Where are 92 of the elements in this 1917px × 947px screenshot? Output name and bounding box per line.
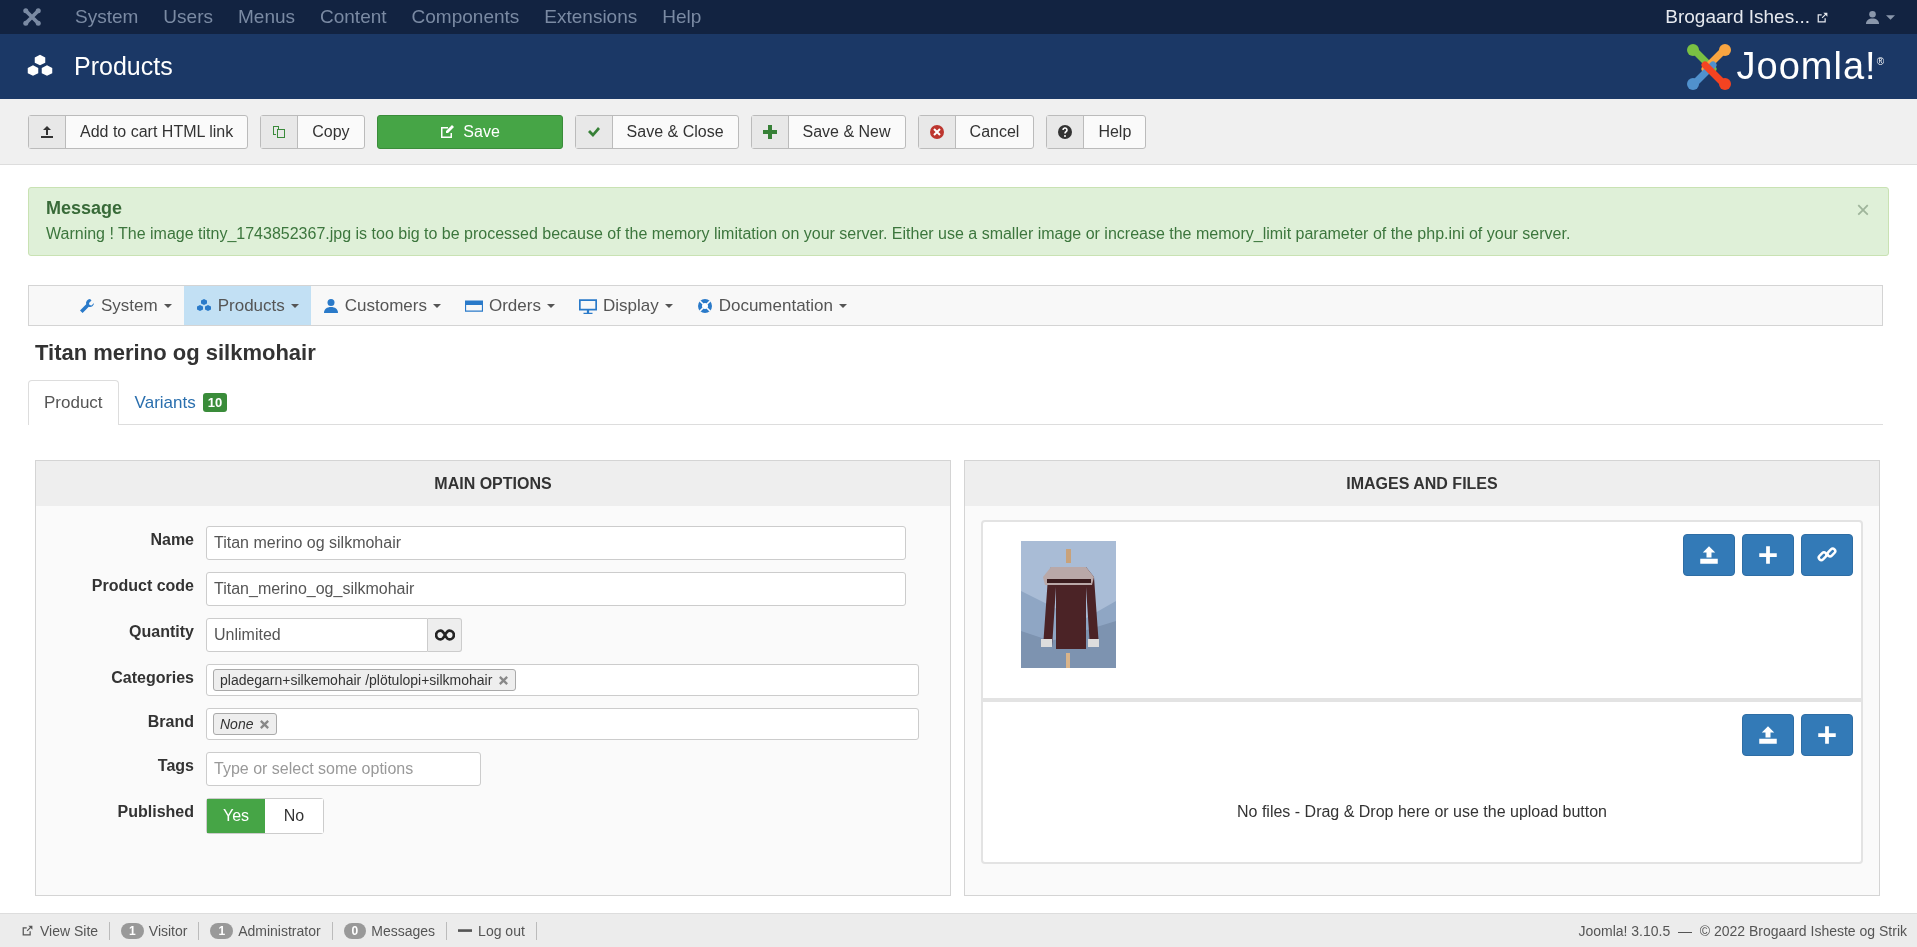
joomla-logo-icon: [1684, 42, 1733, 91]
count-badge: 1: [121, 922, 144, 939]
user-icon: [322, 297, 339, 314]
plus-icon: [1758, 545, 1778, 565]
field-label: Tags: [156, 756, 194, 775]
tags-field[interactable]: Type or select some options: [206, 752, 481, 786]
cubes-icon: [195, 297, 212, 314]
top-menu-item[interactable]: System: [75, 6, 139, 28]
top-menu-item[interactable]: Help: [662, 6, 702, 28]
toggle-option[interactable]: No: [265, 799, 323, 833]
count-badge: 0: [343, 922, 367, 939]
field-label: Name: [149, 530, 194, 549]
tag-chip[interactable]: None: [213, 713, 278, 735]
plus-button[interactable]: [1742, 534, 1794, 576]
menu-item[interactable]: Orders: [452, 286, 567, 325]
external-link-icon: [21, 924, 34, 937]
toolbar-button[interactable]: Cancel: [917, 114, 1035, 149]
upload-button[interactable]: [1742, 714, 1794, 756]
link-button[interactable]: [1801, 534, 1853, 576]
upload-button[interactable]: [1683, 534, 1735, 576]
edit-icon: [439, 123, 456, 140]
status-label[interactable]: Visitor: [148, 922, 188, 939]
panel-header: IMAGES AND FILES: [965, 461, 1879, 506]
count-badge: 10: [202, 393, 228, 412]
menu-item[interactable]: Display: [566, 286, 685, 325]
toolbar-button[interactable]: Save & Close: [574, 114, 739, 149]
status-label[interactable]: Messages: [371, 922, 436, 939]
product-title: Titan merino og silkmohair: [35, 340, 317, 366]
status-label[interactable]: Administrator: [238, 922, 321, 939]
lifebuoy-icon: [696, 297, 713, 314]
tag-chip[interactable]: pladegarn+silkemohair /plötulopi+silkmohair: [213, 669, 517, 691]
help-icon: [1057, 123, 1074, 140]
tab[interactable]: Variants 10: [118, 380, 244, 424]
caret-icon: [432, 301, 441, 310]
empty-files-text: No files - Drag & Drop here or use the upload button: [1236, 803, 1608, 821]
panel-header: MAIN OPTIONS: [36, 461, 950, 506]
field-label: Published: [116, 802, 194, 821]
text-field[interactable]: Titan merino og silkmohair: [206, 526, 906, 560]
menu-item[interactable]: Products: [183, 286, 311, 325]
toolbar-button[interactable]: Save & New: [750, 114, 906, 149]
quantity-field[interactable]: Unlimited: [206, 618, 428, 652]
message-text: Warning ! The image titny_1743852367.jpg is too big to be processed because of the memory limitation on your server. Either use a smaller image or increase the memory_limit parameter of the php.ini of your server.: [46, 225, 1572, 243]
plus-icon: [1817, 725, 1837, 745]
cancel-icon: [928, 123, 945, 140]
upload-icon: [1758, 725, 1778, 745]
toolbar-button[interactable]: Help: [1046, 114, 1147, 149]
top-menu-item[interactable]: Extensions: [544, 6, 638, 28]
footer-text: Joomla! 3.10.5 — © 2022 Brogaard Isheste og Strik: [1578, 922, 1907, 939]
select-field[interactable]: None: [206, 708, 919, 740]
top-menu-item[interactable]: Components: [411, 6, 520, 28]
caret-icon: [1886, 12, 1895, 22]
text-field[interactable]: Titan_merino_og_silkmohair: [206, 572, 906, 606]
joomla-mark-icon: [22, 7, 42, 27]
unlimited-button[interactable]: [428, 618, 462, 652]
menu-item[interactable]: Customers: [310, 286, 453, 325]
logo-wordmark: Joomla!$^{®}$: [1736, 45, 1885, 88]
toolbar-button[interactable]: Add to cart HTML link: [28, 114, 249, 149]
message-heading: Message: [46, 198, 123, 219]
menu-item[interactable]: Documentation: [684, 286, 860, 325]
remove-icon: [259, 718, 271, 730]
logout-link[interactable]: Log out: [458, 922, 525, 939]
menu-item[interactable]: System: [67, 286, 184, 325]
external-link-icon: [1816, 10, 1829, 24]
user-menu[interactable]: [1865, 9, 1895, 25]
plus-icon: [761, 123, 778, 140]
tab[interactable]: Product: [28, 380, 119, 425]
monitor-icon: [578, 296, 597, 315]
top-menu-item[interactable]: Menus: [238, 6, 295, 28]
page-heading: Products: [74, 52, 174, 81]
user-icon: [1865, 9, 1880, 25]
remove-icon: [498, 674, 510, 686]
field-label: Quantity: [128, 622, 194, 641]
field-label: Categories: [110, 668, 194, 687]
upload-icon: [1699, 545, 1719, 565]
wrench-icon: [79, 297, 95, 314]
caret-icon: [839, 301, 848, 310]
field-label: Brand: [146, 712, 194, 731]
upload-icon: [39, 123, 55, 140]
caret-icon: [290, 301, 299, 310]
field-label: Product code: [90, 576, 194, 595]
caret-icon: [664, 301, 673, 310]
plus-button[interactable]: [1801, 714, 1853, 756]
top-menu-item[interactable]: Users: [163, 6, 213, 28]
caret-icon: [163, 301, 172, 310]
site-link[interactable]: Brogaard Ishes...: [1665, 6, 1829, 28]
caret-icon: [546, 301, 555, 310]
toolbar-button[interactable]: Copy: [260, 114, 365, 149]
top-menu-item[interactable]: Content: [320, 6, 387, 28]
copy-icon: [271, 123, 288, 140]
count-badge: 1: [210, 922, 234, 939]
view-site-link[interactable]: View Site: [21, 922, 99, 939]
select-field[interactable]: pladegarn+silkemohair /plötulopi+silkmohair: [206, 664, 919, 696]
